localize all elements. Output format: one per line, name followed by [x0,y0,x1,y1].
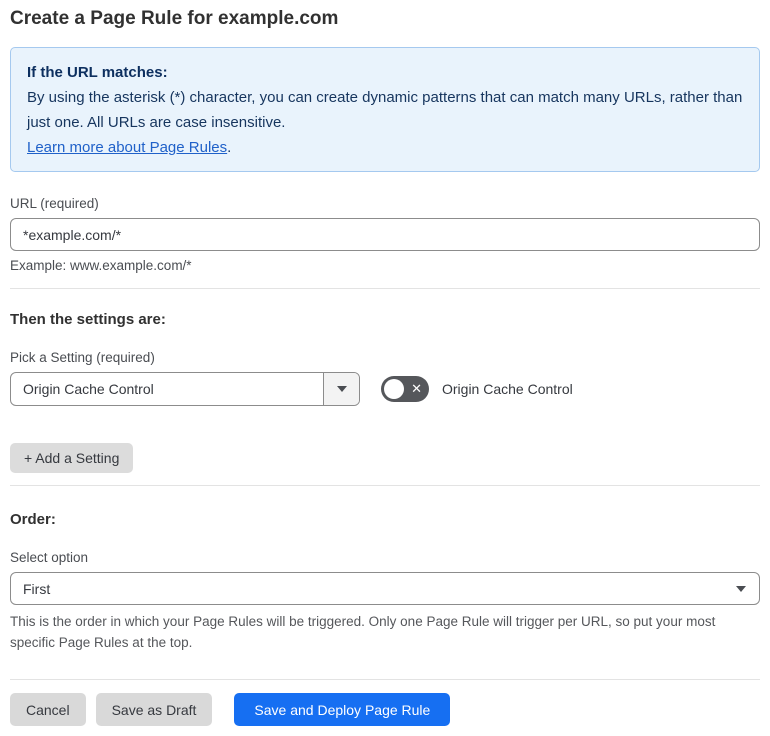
url-input[interactable] [10,218,760,251]
info-box-body: By using the asterisk (*) character, you… [27,89,743,131]
order-select[interactable]: First [10,572,760,605]
learn-more-link[interactable]: Learn more about Page Rules [27,139,227,156]
url-label: URL (required) [10,196,99,211]
create-page-rule-form: Create a Page Rule for example.com If th… [0,0,770,736]
url-match-info-box: If the URL matches: By using the asteris… [10,47,760,172]
caret-down-icon [736,585,746,592]
caret-down-icon [336,386,347,392]
toggle-label: Origin Cache Control [442,381,573,397]
pick-setting-label: Pick a Setting (required) [10,350,155,365]
order-section-heading: Order: [10,511,56,528]
add-setting-button[interactable]: + Add a Setting [10,443,134,473]
toggle-knob [384,379,404,399]
info-box-heading: If the URL matches: [27,64,168,81]
order-select-value: First [23,580,51,597]
setting-row: Origin Cache Control ✕ Origin Cache Cont… [10,372,760,406]
section-divider [10,485,760,486]
info-box-link-line: Learn more about Page Rules. [27,135,743,160]
x-icon: ✕ [411,381,422,397]
order-select-label: Select option [10,550,89,565]
setting-select-arrow-button[interactable] [323,373,359,405]
setting-select[interactable]: Origin Cache Control [10,372,360,406]
setting-select-value: Origin Cache Control [23,381,154,397]
link-period: . [227,139,232,156]
section-divider [10,288,760,289]
page-title: Create a Page Rule for example.com [10,8,339,29]
settings-section-heading: Then the settings are: [10,311,166,328]
order-help-text: This is the order in which your Page Rul… [10,614,716,650]
footer-divider [10,679,760,680]
origin-cache-control-toggle[interactable]: ✕ [381,376,429,402]
url-example-text: Example: www.example.com/* [10,258,192,273]
